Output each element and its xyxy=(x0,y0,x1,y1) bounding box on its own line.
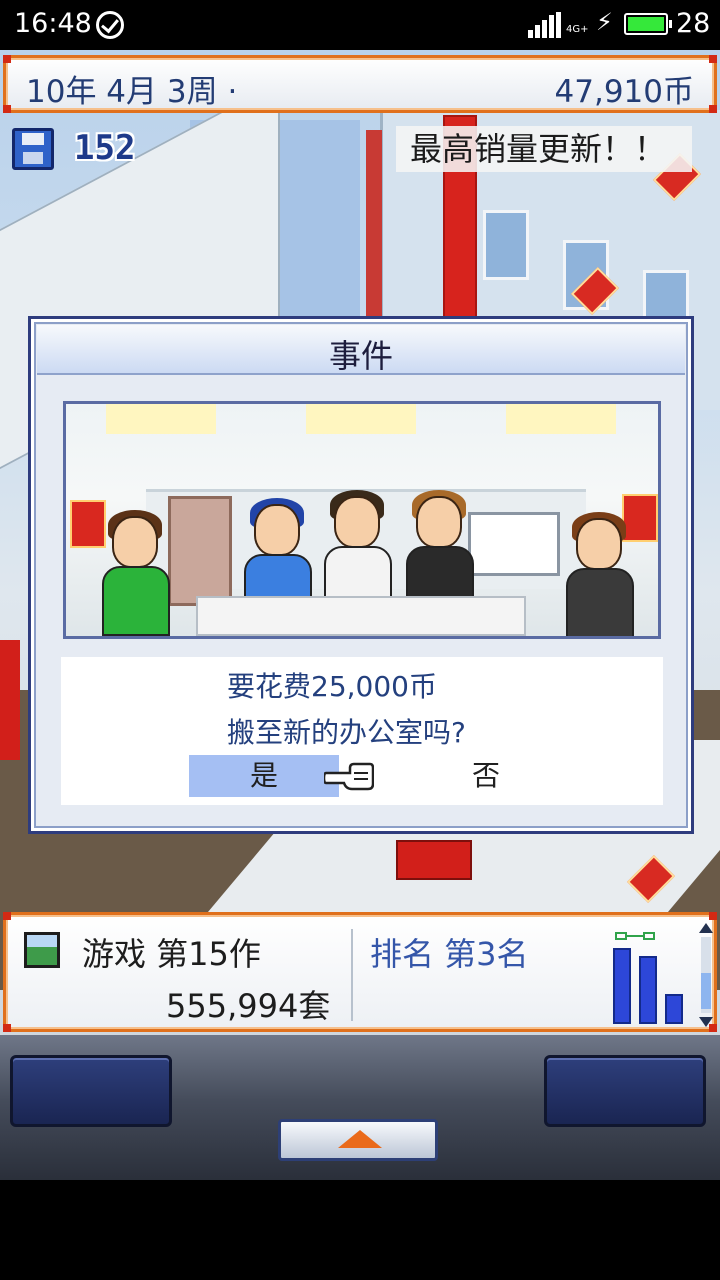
floppy-disk-icon[interactable] xyxy=(12,128,54,170)
fu-sign-icon xyxy=(622,494,658,542)
meeting-room-illustration xyxy=(63,401,661,639)
frame-corner xyxy=(3,105,11,113)
frame-corner xyxy=(3,912,11,920)
frame-corner xyxy=(709,55,717,63)
event-dialog: 事件 要花费25,000币 搬至新的办公室吗? 是 否 xyxy=(28,316,694,834)
ceiling-light xyxy=(106,404,216,434)
battery-icon xyxy=(624,13,672,35)
frame-corner xyxy=(709,105,717,113)
control-area xyxy=(0,1035,720,1180)
scroll-down-icon[interactable] xyxy=(699,1017,713,1027)
dialog-title: 事件 xyxy=(328,337,393,375)
network-type: 4G+ xyxy=(566,24,589,35)
frame-corner xyxy=(3,1024,11,1032)
dialog-cost-text: 要花费25,000币 xyxy=(227,670,437,703)
panel-scrollbar[interactable] xyxy=(698,923,714,1027)
frame-corner xyxy=(3,55,11,63)
hand-pointer-icon xyxy=(324,762,374,791)
ceiling-light xyxy=(306,404,416,434)
money-amount: 47,910币 xyxy=(554,74,694,110)
dialog-title-bar: 事件 xyxy=(37,325,685,375)
charging-icon: ⚡ xyxy=(596,8,613,36)
red-banner xyxy=(366,130,382,330)
fu-sign-icon xyxy=(70,500,106,548)
notice-banner: 最高销量更新！！ xyxy=(396,126,692,172)
game-date: 10年 4月 3周 · xyxy=(26,74,238,110)
left-soft-button[interactable] xyxy=(10,1055,172,1127)
dialog-question-text: 搬至新的办公室吗? xyxy=(227,716,466,749)
menu-button[interactable] xyxy=(278,1119,438,1161)
decoration xyxy=(0,640,20,760)
save-count: 152 xyxy=(74,128,136,168)
game-sales-count: 555,994套 xyxy=(166,987,331,1025)
scroll-thumb[interactable] xyxy=(701,973,711,1009)
frame-corner xyxy=(709,912,717,920)
status-bar: 16:48 4G+ ⚡ 28 xyxy=(0,0,720,50)
right-soft-button[interactable] xyxy=(544,1055,706,1127)
gift-box-icon xyxy=(396,840,472,880)
building-window xyxy=(483,210,529,280)
check-circle-icon xyxy=(96,11,124,39)
battery-level: 28 xyxy=(676,8,711,39)
whiteboard xyxy=(468,512,560,576)
room-door xyxy=(168,496,232,606)
signal-icon xyxy=(528,12,562,38)
status-time: 16:48 xyxy=(14,8,92,39)
yes-button[interactable]: 是 xyxy=(189,755,339,797)
dialog-message-panel: 要花费25,000币 搬至新的办公室吗? 是 否 xyxy=(61,657,663,805)
meeting-table xyxy=(196,596,526,636)
rank-label: 排名 第3名 xyxy=(370,935,529,973)
no-button[interactable]: 否 xyxy=(411,755,561,797)
screen-bottom xyxy=(0,1180,720,1280)
panel-divider xyxy=(351,929,353,1021)
up-arrow-icon xyxy=(338,1130,382,1148)
ceiling-light xyxy=(506,404,616,434)
game-cartridge-icon xyxy=(24,932,60,968)
scroll-up-icon[interactable] xyxy=(699,923,713,933)
sales-bar-chart-icon xyxy=(613,932,683,1024)
game-title-label: 游戏 第15作 xyxy=(82,935,261,973)
date-money-bar: 10年 4月 3周 · 47,910币 xyxy=(3,55,717,113)
sales-info-panel: 游戏 第15作 555,994套 排名 第3名 xyxy=(3,912,717,1032)
